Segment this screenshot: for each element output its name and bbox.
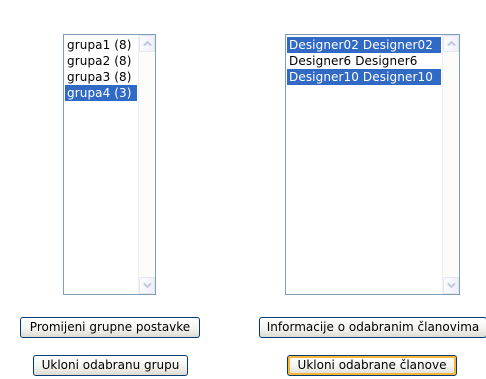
groups-list: grupa1 (8) grupa2 (8) grupa3 (8) grupa4 … (65, 37, 137, 101)
chevron-down-icon (143, 282, 152, 289)
list-item-group[interactable]: grupa4 (3) (65, 85, 137, 101)
chevron-up-icon (447, 40, 456, 47)
list-item-group[interactable]: grupa2 (8) (65, 53, 137, 69)
list-item-member[interactable]: Designer6 Designer6 (287, 53, 441, 69)
list-item-group[interactable]: grupa3 (8) (65, 69, 137, 85)
groups-scrollbar[interactable] (138, 35, 155, 294)
remove-group-button[interactable]: Ukloni odabranu grupu (33, 355, 188, 376)
members-scrollbar[interactable] (442, 35, 459, 294)
scroll-up-button[interactable] (443, 35, 459, 52)
chevron-up-icon (143, 40, 152, 47)
remove-members-button[interactable]: Ukloni odabrane članove (287, 355, 457, 376)
member-info-button[interactable]: Informacije o odabranim članovima (259, 317, 486, 338)
scroll-down-button[interactable] (139, 277, 155, 294)
scroll-down-button[interactable] (443, 277, 459, 294)
list-item-member[interactable]: Designer10 Designer10 (287, 69, 441, 85)
groups-listbox[interactable]: grupa1 (8) grupa2 (8) grupa3 (8) grupa4 … (63, 34, 156, 295)
members-listbox[interactable]: Designer02 Designer02 Designer6 Designer… (285, 34, 460, 295)
list-item-group[interactable]: grupa1 (8) (65, 37, 137, 53)
members-list: Designer02 Designer02 Designer6 Designer… (287, 37, 441, 85)
chevron-down-icon (447, 282, 456, 289)
list-item-member[interactable]: Designer02 Designer02 (287, 37, 441, 53)
change-group-settings-button[interactable]: Promijeni grupne postavke (20, 317, 200, 338)
scroll-up-button[interactable] (139, 35, 155, 52)
